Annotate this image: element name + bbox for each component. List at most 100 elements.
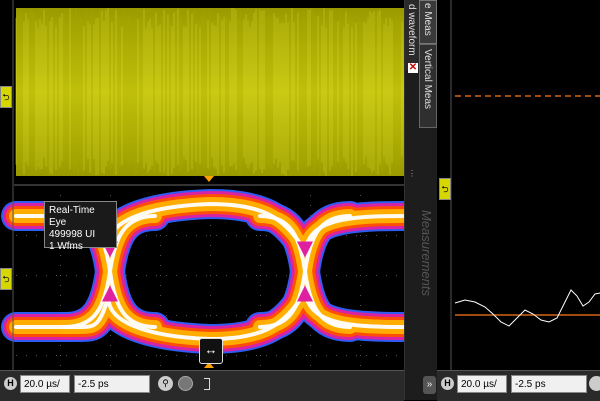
horizontal-resize-icon[interactable]: ↔ [199,338,223,364]
graticule-dot [306,355,307,356]
graticule-dot [16,275,17,276]
graticule-dot [310,215,311,216]
graticule-dot [296,355,297,356]
graticule-dot [60,305,61,306]
graticule-dot [236,235,237,236]
graticule-dot [166,275,167,276]
settings-knob-icon[interactable] [178,376,193,391]
tooltip-wfms: 1 Wfms [49,241,83,252]
graticule-dot [310,335,311,336]
close-x-icon[interactable]: ✕ [408,63,418,73]
graticule-dot [266,275,267,276]
graticule-dot [196,235,197,236]
graticule-dot [246,275,247,276]
side-tab-waveform-label: d waveform [406,4,417,56]
graticule-dot [210,275,211,276]
graticule-dot [360,275,361,276]
zoom-icon-right[interactable] [589,376,600,391]
time-per-div-field[interactable]: 20.0 µs/ [20,375,70,393]
graticule-dot [210,265,211,266]
horizontal-h-button[interactable]: H [4,377,17,390]
eye-info-tooltip: Real-Time Eye 499998 UI 1 Wfms [44,201,117,252]
graticule-dot [310,365,311,366]
graticule-dot [66,355,67,356]
side-tab-vertical-meas[interactable]: Vertical Meas [419,44,437,128]
graticule-dot [56,275,57,276]
graticule-dot [366,275,367,276]
graticule-dot [376,275,377,276]
graticule-dot [360,235,361,236]
tooltip-ui-count: 499998 UI [49,229,96,240]
graticule-dot [276,275,277,276]
graticule-dot [46,355,47,356]
zoom-icon[interactable]: ⚲ [158,376,173,391]
graticule-dot [60,255,61,256]
graticule-dot [60,365,61,366]
graticule-dot [56,355,57,356]
graticule-dot [210,285,211,286]
graticule-dot [260,265,261,266]
graticule-dot [160,305,161,306]
graticule-dot [346,355,347,356]
graticule-dot [396,355,397,356]
channel-arrow-icon[interactable]: ⮌ [439,178,451,200]
graticule-dot [376,355,377,356]
graticule-dot [360,355,361,356]
graticule-dot [60,275,61,276]
graticule-dot [310,345,311,346]
graticule-dot [176,235,177,236]
graticule-dot [210,225,211,226]
graticule-dot [166,315,167,316]
graticule-dot [146,275,147,276]
graticule-dot [196,355,197,356]
graticule-dot [60,355,61,356]
graticule-dot [286,275,287,276]
graticule-dot [260,305,261,306]
graticule-dot [386,235,387,236]
graticule-dot [310,195,311,196]
graticule-dot [160,235,161,236]
graticule-dot [356,355,357,356]
side-tab-meas[interactable]: e Meas [419,0,437,44]
graticule-dot [360,255,361,256]
graticule-dot [236,315,237,316]
chevron-dots[interactable]: ⋮ [408,170,416,192]
graticule-dot [236,275,237,276]
oscilloscope-right-pane: ⮌ [437,0,600,370]
graticule-dot [166,355,167,356]
graticule-dot [386,355,387,356]
graticule-dot [206,315,207,316]
graticule-dot [260,235,261,236]
horizontal-offset-field[interactable]: -2.5 ps [74,375,150,393]
graticule-dot [110,195,111,196]
graticule-dot [366,355,367,356]
horizontal-h-button-right[interactable]: H [441,377,454,390]
graticule-dot [110,345,111,346]
graticule-dot [210,295,211,296]
graticule-dot [86,275,87,276]
graticule-dot [46,275,47,276]
graticule-dot [176,275,177,276]
trend-trace [454,289,600,327]
graticule-dot [360,305,361,306]
horizontal-offset-field-right[interactable]: -2.5 ps [511,375,587,393]
graticule-dot [146,355,147,356]
graticule-dot [16,235,17,236]
oscilloscope-left-pane: ⮌ ⮌ Real-Time Eye 499998 UI 1 Wfms ↔ [0,0,404,370]
channel-marker-icon-top[interactable]: ⮌ [0,86,12,108]
channel-marker-icon-bottom[interactable]: ⮌ [0,268,12,290]
bracket-icon[interactable] [204,378,210,390]
graticule-dot [160,255,161,256]
graticule-dot [36,235,37,236]
graticule-dot [106,355,107,356]
trigger-marker-top[interactable] [204,176,214,182]
graticule-dot [156,355,157,356]
measurement-trend-display [450,0,600,370]
graticule-dot [310,355,311,356]
graticule-dot [256,275,257,276]
double-chevron-right-icon[interactable]: » [423,376,436,394]
time-per-div-field-right[interactable]: 20.0 µs/ [457,375,507,393]
side-tab-waveform[interactable]: d waveform [405,0,419,70]
graticule-dot [346,275,347,276]
graticule-dot [136,275,137,276]
